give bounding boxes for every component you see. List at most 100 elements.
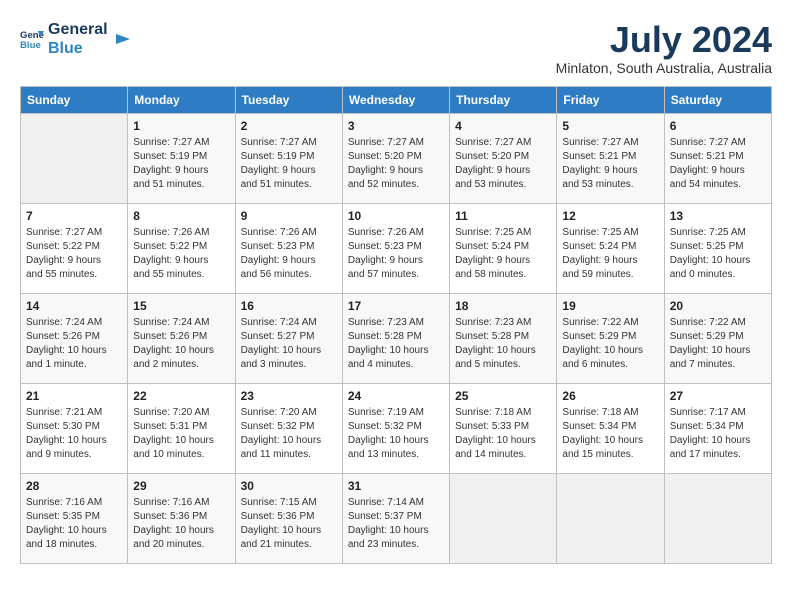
location-subtitle: Minlaton, South Australia, Australia: [556, 60, 772, 76]
calendar-cell: 12Sunrise: 7:25 AM Sunset: 5:24 PM Dayli…: [557, 203, 664, 293]
day-number: 17: [348, 298, 444, 315]
logo-icon: General Blue: [20, 27, 44, 51]
calendar-cell: 23Sunrise: 7:20 AM Sunset: 5:32 PM Dayli…: [235, 383, 342, 473]
calendar-cell: 1Sunrise: 7:27 AM Sunset: 5:19 PM Daylig…: [128, 113, 235, 203]
header-thursday: Thursday: [450, 86, 557, 113]
calendar-cell: 3Sunrise: 7:27 AM Sunset: 5:20 PM Daylig…: [342, 113, 449, 203]
calendar-cell: 19Sunrise: 7:22 AM Sunset: 5:29 PM Dayli…: [557, 293, 664, 383]
day-info: Sunrise: 7:27 AM Sunset: 5:21 PM Dayligh…: [562, 136, 658, 192]
calendar-cell: 16Sunrise: 7:24 AM Sunset: 5:27 PM Dayli…: [235, 293, 342, 383]
calendar-table: SundayMondayTuesdayWednesdayThursdayFrid…: [20, 86, 772, 564]
calendar-cell: 13Sunrise: 7:25 AM Sunset: 5:25 PM Dayli…: [664, 203, 771, 293]
day-number: 15: [133, 298, 229, 315]
day-number: 26: [562, 388, 658, 405]
day-number: 24: [348, 388, 444, 405]
day-number: 13: [670, 208, 766, 225]
day-info: Sunrise: 7:19 AM Sunset: 5:32 PM Dayligh…: [348, 406, 444, 462]
calendar-cell: 22Sunrise: 7:20 AM Sunset: 5:31 PM Dayli…: [128, 383, 235, 473]
day-info: Sunrise: 7:22 AM Sunset: 5:29 PM Dayligh…: [670, 316, 766, 372]
day-info: Sunrise: 7:27 AM Sunset: 5:20 PM Dayligh…: [348, 136, 444, 192]
header-wednesday: Wednesday: [342, 86, 449, 113]
svg-text:Blue: Blue: [20, 40, 41, 51]
day-number: 18: [455, 298, 551, 315]
calendar-cell: 2Sunrise: 7:27 AM Sunset: 5:19 PM Daylig…: [235, 113, 342, 203]
calendar-cell: 7Sunrise: 7:27 AM Sunset: 5:22 PM Daylig…: [21, 203, 128, 293]
day-number: 7: [26, 208, 122, 225]
day-info: Sunrise: 7:14 AM Sunset: 5:37 PM Dayligh…: [348, 496, 444, 552]
calendar-cell: [557, 473, 664, 563]
day-number: 29: [133, 478, 229, 495]
day-number: 9: [241, 208, 337, 225]
day-number: 27: [670, 388, 766, 405]
day-info: Sunrise: 7:25 AM Sunset: 5:25 PM Dayligh…: [670, 226, 766, 282]
day-number: 1: [133, 118, 229, 135]
calendar-cell: 4Sunrise: 7:27 AM Sunset: 5:20 PM Daylig…: [450, 113, 557, 203]
day-info: Sunrise: 7:26 AM Sunset: 5:23 PM Dayligh…: [241, 226, 337, 282]
day-info: Sunrise: 7:23 AM Sunset: 5:28 PM Dayligh…: [348, 316, 444, 372]
day-info: Sunrise: 7:24 AM Sunset: 5:27 PM Dayligh…: [241, 316, 337, 372]
day-info: Sunrise: 7:27 AM Sunset: 5:19 PM Dayligh…: [241, 136, 337, 192]
logo-general: General: [48, 20, 108, 39]
calendar-cell: 30Sunrise: 7:15 AM Sunset: 5:36 PM Dayli…: [235, 473, 342, 563]
calendar-cell: 18Sunrise: 7:23 AM Sunset: 5:28 PM Dayli…: [450, 293, 557, 383]
calendar-cell: 31Sunrise: 7:14 AM Sunset: 5:37 PM Dayli…: [342, 473, 449, 563]
day-info: Sunrise: 7:17 AM Sunset: 5:34 PM Dayligh…: [670, 406, 766, 462]
day-info: Sunrise: 7:23 AM Sunset: 5:28 PM Dayligh…: [455, 316, 551, 372]
header-saturday: Saturday: [664, 86, 771, 113]
day-info: Sunrise: 7:24 AM Sunset: 5:26 PM Dayligh…: [26, 316, 122, 372]
week-row-1: 1Sunrise: 7:27 AM Sunset: 5:19 PM Daylig…: [21, 113, 772, 203]
calendar-cell: 6Sunrise: 7:27 AM Sunset: 5:21 PM Daylig…: [664, 113, 771, 203]
day-info: Sunrise: 7:15 AM Sunset: 5:36 PM Dayligh…: [241, 496, 337, 552]
day-number: 2: [241, 118, 337, 135]
day-info: Sunrise: 7:27 AM Sunset: 5:19 PM Dayligh…: [133, 136, 229, 192]
day-info: Sunrise: 7:25 AM Sunset: 5:24 PM Dayligh…: [455, 226, 551, 282]
calendar-cell: 21Sunrise: 7:21 AM Sunset: 5:30 PM Dayli…: [21, 383, 128, 473]
day-number: 14: [26, 298, 122, 315]
day-info: Sunrise: 7:27 AM Sunset: 5:20 PM Dayligh…: [455, 136, 551, 192]
day-info: Sunrise: 7:20 AM Sunset: 5:32 PM Dayligh…: [241, 406, 337, 462]
day-info: Sunrise: 7:18 AM Sunset: 5:33 PM Dayligh…: [455, 406, 551, 462]
calendar-cell: [450, 473, 557, 563]
calendar-cell: 24Sunrise: 7:19 AM Sunset: 5:32 PM Dayli…: [342, 383, 449, 473]
day-number: 20: [670, 298, 766, 315]
week-row-4: 21Sunrise: 7:21 AM Sunset: 5:30 PM Dayli…: [21, 383, 772, 473]
day-number: 16: [241, 298, 337, 315]
calendar-cell: 9Sunrise: 7:26 AM Sunset: 5:23 PM Daylig…: [235, 203, 342, 293]
week-row-5: 28Sunrise: 7:16 AM Sunset: 5:35 PM Dayli…: [21, 473, 772, 563]
day-number: 25: [455, 388, 551, 405]
day-info: Sunrise: 7:22 AM Sunset: 5:29 PM Dayligh…: [562, 316, 658, 372]
day-number: 22: [133, 388, 229, 405]
calendar-cell: 27Sunrise: 7:17 AM Sunset: 5:34 PM Dayli…: [664, 383, 771, 473]
day-number: 12: [562, 208, 658, 225]
day-number: 4: [455, 118, 551, 135]
day-number: 31: [348, 478, 444, 495]
day-info: Sunrise: 7:18 AM Sunset: 5:34 PM Dayligh…: [562, 406, 658, 462]
month-title: July 2024: [556, 20, 772, 60]
day-info: Sunrise: 7:21 AM Sunset: 5:30 PM Dayligh…: [26, 406, 122, 462]
day-info: Sunrise: 7:26 AM Sunset: 5:23 PM Dayligh…: [348, 226, 444, 282]
logo: General Blue General Blue: [20, 20, 130, 58]
header-row: SundayMondayTuesdayWednesdayThursdayFrid…: [21, 86, 772, 113]
header-sunday: Sunday: [21, 86, 128, 113]
logo-arrow-icon: [112, 30, 130, 48]
calendar-cell: 5Sunrise: 7:27 AM Sunset: 5:21 PM Daylig…: [557, 113, 664, 203]
calendar-cell: 10Sunrise: 7:26 AM Sunset: 5:23 PM Dayli…: [342, 203, 449, 293]
calendar-cell: 8Sunrise: 7:26 AM Sunset: 5:22 PM Daylig…: [128, 203, 235, 293]
day-number: 3: [348, 118, 444, 135]
week-row-3: 14Sunrise: 7:24 AM Sunset: 5:26 PM Dayli…: [21, 293, 772, 383]
day-number: 19: [562, 298, 658, 315]
calendar-cell: 29Sunrise: 7:16 AM Sunset: 5:36 PM Dayli…: [128, 473, 235, 563]
day-info: Sunrise: 7:27 AM Sunset: 5:21 PM Dayligh…: [670, 136, 766, 192]
header-monday: Monday: [128, 86, 235, 113]
day-info: Sunrise: 7:16 AM Sunset: 5:35 PM Dayligh…: [26, 496, 122, 552]
week-row-2: 7Sunrise: 7:27 AM Sunset: 5:22 PM Daylig…: [21, 203, 772, 293]
calendar-cell: 17Sunrise: 7:23 AM Sunset: 5:28 PM Dayli…: [342, 293, 449, 383]
header-tuesday: Tuesday: [235, 86, 342, 113]
calendar-cell: 26Sunrise: 7:18 AM Sunset: 5:34 PM Dayli…: [557, 383, 664, 473]
calendar-cell: [21, 113, 128, 203]
day-number: 23: [241, 388, 337, 405]
day-info: Sunrise: 7:25 AM Sunset: 5:24 PM Dayligh…: [562, 226, 658, 282]
day-info: Sunrise: 7:20 AM Sunset: 5:31 PM Dayligh…: [133, 406, 229, 462]
day-number: 21: [26, 388, 122, 405]
calendar-cell: 25Sunrise: 7:18 AM Sunset: 5:33 PM Dayli…: [450, 383, 557, 473]
